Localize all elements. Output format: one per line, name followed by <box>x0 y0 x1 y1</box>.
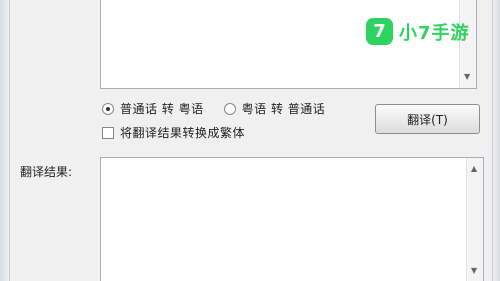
convert-traditional-checkbox[interactable] <box>102 126 114 139</box>
scroll-down-arrow-icon[interactable]: ▼ <box>464 72 470 82</box>
direction-radio-group: 普通话 转 粤语 粤语 转 普通话 <box>102 100 325 117</box>
window-right-edge <box>492 0 500 281</box>
result-label: 翻译结果: <box>20 165 73 179</box>
scroll-up-arrow-icon[interactable]: ▲ <box>471 164 477 174</box>
watermark-logo: 7 小7手游 <box>366 18 470 45</box>
window-left-edge <box>0 0 10 281</box>
result-scrollbar[interactable]: ▲ ▼ <box>466 158 483 281</box>
radio-cantonese-to-mandarin[interactable] <box>223 102 236 115</box>
result-text-output[interactable]: ▲ ▼ <box>100 157 484 281</box>
radio-cantonese-to-mandarin-label[interactable]: 粤语 转 普通话 <box>242 100 326 117</box>
radio-mandarin-to-cantonese[interactable] <box>102 102 114 115</box>
translate-button[interactable]: 翻译(T) <box>375 104 480 134</box>
convert-traditional-label[interactable]: 将翻译结果转换成繁体 <box>120 124 245 141</box>
logo-text: 小7手游 <box>399 22 470 44</box>
scroll-down-arrow-icon[interactable]: ▼ <box>471 266 477 276</box>
logo-seven-icon: 7 <box>366 18 393 45</box>
radio-mandarin-to-cantonese-label[interactable]: 普通话 转 粤语 <box>120 100 204 117</box>
traditional-option: 将翻译结果转换成繁体 <box>102 124 245 141</box>
